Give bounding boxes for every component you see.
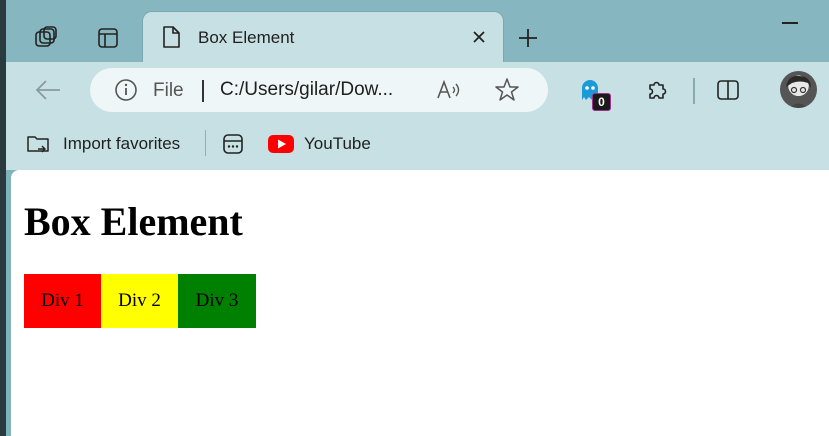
import-favorites-link[interactable]: Import favorites [26,130,180,158]
profile-avatar[interactable] [780,71,817,108]
tab-box-element[interactable]: Box Element [143,12,503,62]
apps-grid-icon [223,134,243,154]
page-viewport: Box Element Div 1 Div 2 Div 3 [11,170,829,436]
workspaces-icon [35,26,57,47]
close-icon [473,31,485,43]
address-bar[interactable]: File C:/Users/gilar/Dow... [90,68,548,112]
workspaces-button[interactable] [26,18,66,58]
box-row: Div 1 Div 2 Div 3 [24,274,256,328]
div-box-1: Div 1 [24,274,101,328]
puzzle-icon [649,81,667,99]
div-box-2-label: Div 2 [118,290,161,311]
youtube-icon [268,135,294,153]
favorites-separator [205,130,206,156]
div-box-2: Div 2 [101,274,178,328]
tab-actions-button[interactable] [88,18,128,58]
div-box-3: Div 3 [178,274,256,328]
url-text[interactable]: C:/Users/gilar/Dow... [220,79,393,101]
toolbar-separator [693,78,695,104]
split-screen-icon [717,80,739,100]
new-tab-button[interactable] [508,18,548,58]
arrow-left-icon [35,80,60,100]
favorites-bar: Import favorites YouTube [6,118,829,170]
extensions-button[interactable] [641,74,673,106]
div-box-3-label: Div 3 [195,290,239,311]
vertical-tabs-icon [98,28,118,48]
address-separator [202,80,204,102]
div-box-1-label: Div 1 [41,290,84,311]
import-favorites-label: Import favorites [63,134,181,153]
minimize-button[interactable] [782,22,798,24]
tab-close-button[interactable] [465,23,493,51]
tab-title: Box Element [198,28,295,47]
tab-strip: Box Element [6,0,829,62]
youtube-favorite-link[interactable]: YouTube [268,130,371,158]
ghostery-count-badge: 0 [592,93,611,111]
folder-import-icon [27,136,49,153]
plus-icon [519,29,537,47]
page-heading: Box Element [24,199,243,244]
navigation-toolbar: File C:/Users/gilar/Dow... 0 [6,62,829,118]
url-scheme-label: File [153,80,184,101]
apps-favorite-button[interactable] [222,130,244,158]
split-screen-button[interactable] [712,74,744,106]
profile-picture-icon [786,75,811,108]
info-icon[interactable] [114,78,138,102]
document-icon [163,26,180,48]
back-button[interactable] [28,74,68,106]
youtube-label: YouTube [304,134,371,153]
read-aloud-icon[interactable] [436,78,462,102]
favorite-star-icon[interactable] [494,77,520,103]
